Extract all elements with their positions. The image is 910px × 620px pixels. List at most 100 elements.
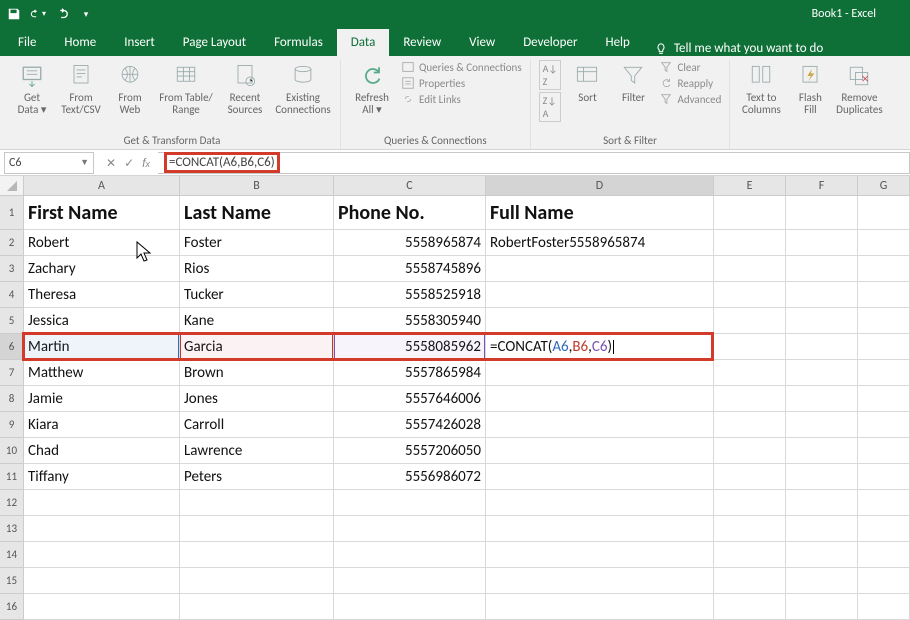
tab-insert[interactable]: Insert — [110, 29, 169, 56]
row-header[interactable]: 14 — [0, 542, 24, 568]
cell-G4[interactable] — [858, 282, 910, 308]
tab-file[interactable]: File — [4, 29, 50, 56]
cell-A5[interactable]: Jessica — [24, 308, 180, 334]
cell-A14[interactable] — [24, 542, 180, 568]
cell-D16[interactable] — [486, 594, 714, 620]
cell-C4[interactable]: 5558525918 — [334, 282, 486, 308]
worksheet-grid[interactable]: ABCDEFG 1First NameLast NamePhone No.Ful… — [0, 176, 910, 620]
tab-review[interactable]: Review — [389, 29, 455, 56]
get-data-button[interactable]: GetData ▾ — [12, 60, 52, 118]
qat-customize-icon[interactable]: ▾ — [78, 6, 94, 22]
row-header[interactable]: 1 — [0, 196, 24, 230]
row-header[interactable]: 10 — [0, 438, 24, 464]
cell-E6[interactable] — [714, 334, 786, 360]
save-icon[interactable] — [6, 6, 22, 22]
cell-A1[interactable]: First Name — [24, 196, 180, 230]
cell-C6[interactable]: 5558085962 — [334, 334, 486, 360]
undo-icon[interactable]: ▾ — [30, 6, 46, 22]
cell-F9[interactable] — [786, 412, 858, 438]
cell-D10[interactable] — [486, 438, 714, 464]
cell-A6[interactable]: Martin — [24, 334, 180, 360]
cell-A10[interactable]: Chad — [24, 438, 180, 464]
cell-B15[interactable] — [180, 568, 334, 594]
cell-E2[interactable] — [714, 230, 786, 256]
from-web-button[interactable]: FromWeb — [110, 60, 150, 118]
cell-F4[interactable] — [786, 282, 858, 308]
cell-D7[interactable] — [486, 360, 714, 386]
formula-input[interactable]: =CONCAT(A6,B6,C6) — [158, 152, 910, 174]
recent-sources-button[interactable]: RecentSources — [222, 60, 268, 118]
cell-B5[interactable]: Kane — [180, 308, 334, 334]
cell-G13[interactable] — [858, 516, 910, 542]
cell-A13[interactable] — [24, 516, 180, 542]
cell-D6[interactable]: =CONCAT(A6,B6,C6) — [486, 334, 714, 360]
cell-E7[interactable] — [714, 360, 786, 386]
sort-az-button[interactable]: A↓Z — [539, 60, 562, 90]
sort-button[interactable]: Sort — [567, 60, 607, 106]
column-header-a[interactable]: A — [24, 176, 180, 195]
column-header-b[interactable]: B — [180, 176, 334, 195]
cell-E13[interactable] — [714, 516, 786, 542]
cell-F10[interactable] — [786, 438, 858, 464]
cell-F7[interactable] — [786, 360, 858, 386]
cell-F14[interactable] — [786, 542, 858, 568]
column-header-g[interactable]: G — [858, 176, 910, 195]
edit-links-button[interactable]: Edit Links — [401, 92, 522, 106]
tab-view[interactable]: View — [455, 29, 509, 56]
tell-me[interactable]: Tell me what you want to do — [644, 41, 823, 56]
cell-A12[interactable] — [24, 490, 180, 516]
cell-C14[interactable] — [334, 542, 486, 568]
cell-F6[interactable] — [786, 334, 858, 360]
cell-E9[interactable] — [714, 412, 786, 438]
cell-B7[interactable]: Brown — [180, 360, 334, 386]
row-header[interactable]: 7 — [0, 360, 24, 386]
redo-icon[interactable] — [54, 6, 70, 22]
tab-help[interactable]: Help — [591, 29, 643, 56]
cell-B4[interactable]: Tucker — [180, 282, 334, 308]
cell-B6[interactable]: Garcia — [180, 334, 334, 360]
cell-E14[interactable] — [714, 542, 786, 568]
row-header[interactable]: 4 — [0, 282, 24, 308]
cell-A3[interactable]: Zachary — [24, 256, 180, 282]
row-header[interactable]: 15 — [0, 568, 24, 594]
cell-A8[interactable]: Jamie — [24, 386, 180, 412]
cell-E4[interactable] — [714, 282, 786, 308]
cell-B14[interactable] — [180, 542, 334, 568]
remove-duplicates-button[interactable]: RemoveDuplicates — [836, 60, 882, 118]
enter-formula-icon[interactable]: ✓ — [124, 156, 134, 170]
cell-C15[interactable] — [334, 568, 486, 594]
flash-fill-button[interactable]: FlashFill — [790, 60, 830, 118]
chevron-down-icon[interactable]: ▼ — [80, 157, 89, 168]
row-header[interactable]: 6 — [0, 334, 24, 360]
cell-A16[interactable] — [24, 594, 180, 620]
cell-F13[interactable] — [786, 516, 858, 542]
tab-formulas[interactable]: Formulas — [260, 29, 337, 56]
cell-F11[interactable] — [786, 464, 858, 490]
cell-F2[interactable] — [786, 230, 858, 256]
cancel-formula-icon[interactable]: ✕ — [106, 156, 116, 170]
text-to-columns-button[interactable]: Text toColumns — [738, 60, 784, 118]
tab-data[interactable]: Data — [337, 29, 390, 56]
cell-D9[interactable] — [486, 412, 714, 438]
cell-D11[interactable] — [486, 464, 714, 490]
cell-A4[interactable]: Theresa — [24, 282, 180, 308]
cell-G9[interactable] — [858, 412, 910, 438]
cell-C12[interactable] — [334, 490, 486, 516]
cell-C1[interactable]: Phone No. — [334, 196, 486, 230]
row-header[interactable]: 8 — [0, 386, 24, 412]
cell-C9[interactable]: 5557426028 — [334, 412, 486, 438]
cell-E12[interactable] — [714, 490, 786, 516]
cell-A9[interactable]: Kiara — [24, 412, 180, 438]
cell-C3[interactable]: 5558745896 — [334, 256, 486, 282]
from-text-csv-button[interactable]: FromText/CSV — [58, 60, 104, 118]
cell-G5[interactable] — [858, 308, 910, 334]
refresh-all-button[interactable]: RefreshAll ▾ — [349, 60, 395, 118]
cell-C5[interactable]: 5558305940 — [334, 308, 486, 334]
cell-B11[interactable]: Peters — [180, 464, 334, 490]
cell-G11[interactable] — [858, 464, 910, 490]
sort-za-button[interactable]: Z↓A — [539, 92, 562, 122]
tab-page-layout[interactable]: Page Layout — [169, 29, 260, 56]
cell-B9[interactable]: Carroll — [180, 412, 334, 438]
cell-B12[interactable] — [180, 490, 334, 516]
cell-E3[interactable] — [714, 256, 786, 282]
